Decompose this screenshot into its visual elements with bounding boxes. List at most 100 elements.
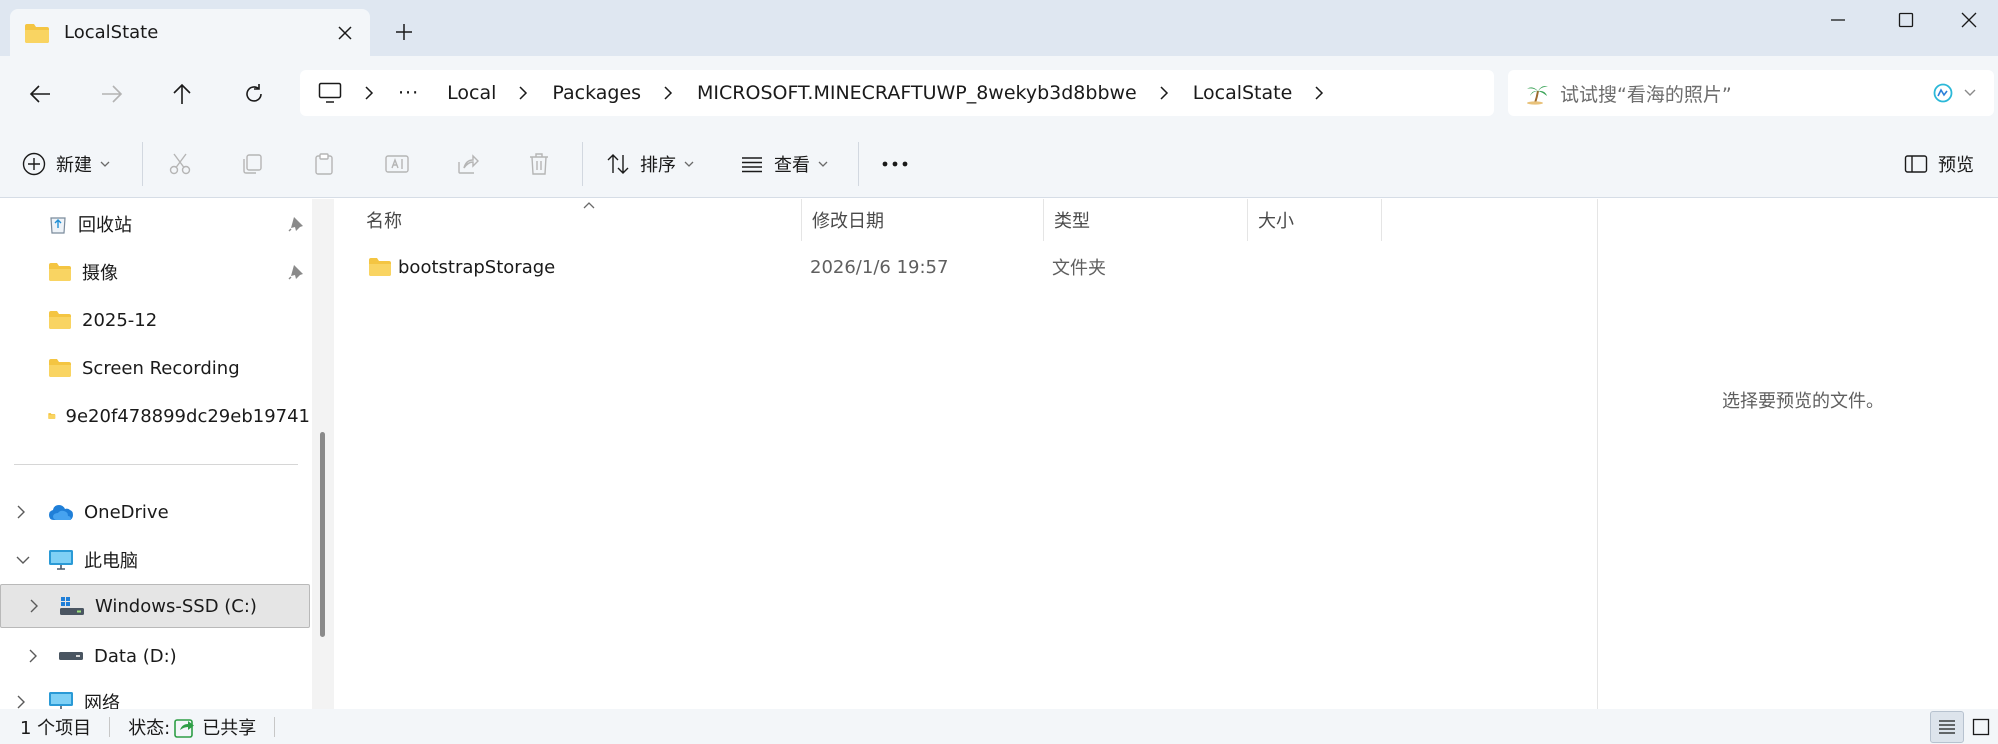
sort-icon xyxy=(607,154,629,174)
sort-ascending-icon xyxy=(583,202,595,209)
folder-icon xyxy=(48,413,56,419)
sidebar-item-label: Screen Recording xyxy=(82,357,240,379)
chevron-down-icon[interactable] xyxy=(16,555,30,565)
paste-button[interactable] xyxy=(312,142,336,186)
new-label: 新建 xyxy=(56,155,92,176)
tiles-view-icon xyxy=(1972,718,1990,736)
chevron-down-icon xyxy=(684,161,694,167)
network-icon xyxy=(49,692,73,709)
view-list-icon xyxy=(742,157,762,173)
copy-button[interactable] xyxy=(240,142,264,186)
preview-pane-button[interactable]: 预览 xyxy=(1904,142,1974,186)
chevron-right-icon[interactable] xyxy=(28,649,38,663)
sidebar-item-recycle-bin[interactable]: 回收站 xyxy=(0,202,310,246)
arrow-up-icon xyxy=(173,83,191,104)
more-locations-button[interactable]: ··· xyxy=(398,82,419,104)
shared-icon xyxy=(174,718,195,738)
item-count: 1 个项目 xyxy=(20,717,92,739)
sidebar-item-label: 2025-12 xyxy=(82,309,158,331)
chevron-right-icon[interactable] xyxy=(1314,85,1324,101)
close-window-button[interactable] xyxy=(1940,0,1998,40)
details-view-button[interactable] xyxy=(1930,711,1964,743)
file-list: 名称 修改日期 类型 大小 bootstrapStorage 2026/1/6 … xyxy=(338,199,1596,709)
sidebar-item-label: OneDrive xyxy=(84,501,169,523)
status-divider xyxy=(109,716,111,737)
sidebar-scroll-thumb[interactable] xyxy=(320,432,325,637)
sidebar-item-camera[interactable]: 摄像 xyxy=(0,250,310,294)
chevron-down-icon[interactable] xyxy=(1964,89,1976,97)
chevron-right-icon[interactable] xyxy=(16,505,26,519)
refresh-button[interactable] xyxy=(232,72,276,116)
rename-icon xyxy=(385,155,409,173)
chevron-right-icon[interactable] xyxy=(518,85,528,101)
cloud-icon xyxy=(49,505,73,520)
close-tab-button[interactable] xyxy=(328,16,362,50)
file-name: bootstrapStorage xyxy=(398,256,556,278)
chevron-right-icon[interactable] xyxy=(16,695,26,709)
chevron-down-icon xyxy=(100,161,110,167)
sort-label: 排序 xyxy=(640,155,676,176)
column-header-label: 修改日期 xyxy=(812,211,884,232)
column-header-label: 大小 xyxy=(1258,211,1294,232)
cut-button[interactable] xyxy=(168,142,192,186)
more-options-button[interactable] xyxy=(882,142,908,186)
sidebar-item-data-d[interactable]: Data (D:) xyxy=(0,634,310,678)
new-tab-button[interactable] xyxy=(386,14,422,50)
chevron-right-icon[interactable] xyxy=(1159,85,1169,101)
sidebar-item-label: Data (D:) xyxy=(94,645,177,667)
pin-icon[interactable] xyxy=(288,216,304,232)
view-button[interactable]: 查看 xyxy=(740,142,828,186)
copilot-search-icon[interactable] xyxy=(1932,82,1954,104)
preview-message: 选择要预览的文件。 xyxy=(1722,391,1884,412)
breadcrumb-packages[interactable]: Packages xyxy=(552,82,641,104)
chevron-right-icon[interactable] xyxy=(663,85,673,101)
plus-icon xyxy=(396,24,412,40)
command-bar: 新建 排序 查看 预览 xyxy=(0,130,1998,198)
rename-button[interactable] xyxy=(384,142,410,186)
sidebar-item-hash-folder[interactable]: 9e20f478899dc29eb19741 xyxy=(0,394,310,438)
sidebar-item-network[interactable]: 网络 xyxy=(0,680,310,709)
pin-icon[interactable] xyxy=(288,264,304,280)
preview-pane-icon xyxy=(1904,155,1928,173)
toolbar-divider xyxy=(858,142,859,186)
maximize-button[interactable] xyxy=(1872,0,1940,40)
sidebar-item-screen-recording[interactable]: Screen Recording xyxy=(0,346,310,390)
sidebar-item-onedrive[interactable]: OneDrive xyxy=(0,490,310,534)
sidebar-item-this-pc[interactable]: 此电脑 xyxy=(0,538,310,582)
share-button[interactable] xyxy=(456,142,480,186)
breadcrumb-local[interactable]: Local xyxy=(447,82,496,104)
file-type: 文件夹 xyxy=(1052,258,1106,279)
back-button[interactable] xyxy=(18,72,62,116)
column-header-type[interactable]: 类型 xyxy=(1044,199,1248,241)
folder-icon xyxy=(49,311,71,329)
sidebar-divider xyxy=(14,464,298,465)
palm-tree-icon xyxy=(1526,81,1550,105)
forward-button[interactable] xyxy=(90,72,134,116)
sidebar-item-2025-12[interactable]: 2025-12 xyxy=(0,298,310,342)
delete-button[interactable] xyxy=(528,142,550,186)
recycle-bin-icon xyxy=(50,217,66,234)
table-row[interactable]: bootstrapStorage 2026/1/6 19:57 文件夹 xyxy=(354,247,1554,287)
new-button[interactable]: 新建 xyxy=(22,142,110,186)
sidebar-item-windows-ssd[interactable]: Windows-SSD (C:) xyxy=(0,584,310,628)
column-header-modified[interactable]: 修改日期 xyxy=(802,199,1044,241)
chevron-right-icon[interactable] xyxy=(364,85,374,101)
column-header-name[interactable]: 名称 xyxy=(356,199,802,241)
breadcrumb-localstate[interactable]: LocalState xyxy=(1193,82,1293,104)
address-bar[interactable]: ··· Local Packages MICROSOFT.MINECRAFTUW… xyxy=(300,70,1494,116)
status-bar: 1 个项目 状态: 已共享 xyxy=(0,709,1998,744)
sidebar-item-label: 此电脑 xyxy=(84,551,138,572)
up-button[interactable] xyxy=(160,72,204,116)
search-box[interactable]: 试试搜“看海的照片” xyxy=(1508,70,1994,116)
tiles-view-button[interactable] xyxy=(1966,711,1996,743)
folder-icon xyxy=(369,258,391,276)
chevron-right-icon[interactable] xyxy=(29,599,39,613)
sort-button[interactable]: 排序 xyxy=(606,142,694,186)
breadcrumb-minecraft[interactable]: MICROSOFT.MINECRAFTUWP_8wekyb3d8bbwe xyxy=(697,82,1137,104)
copy-icon xyxy=(243,154,262,174)
column-header-size[interactable]: 大小 xyxy=(1248,199,1382,241)
minimize-button[interactable] xyxy=(1804,0,1872,40)
scissors-icon xyxy=(169,153,191,175)
tab-localstate[interactable]: LocalState xyxy=(10,9,370,56)
computer-icon xyxy=(318,82,342,104)
